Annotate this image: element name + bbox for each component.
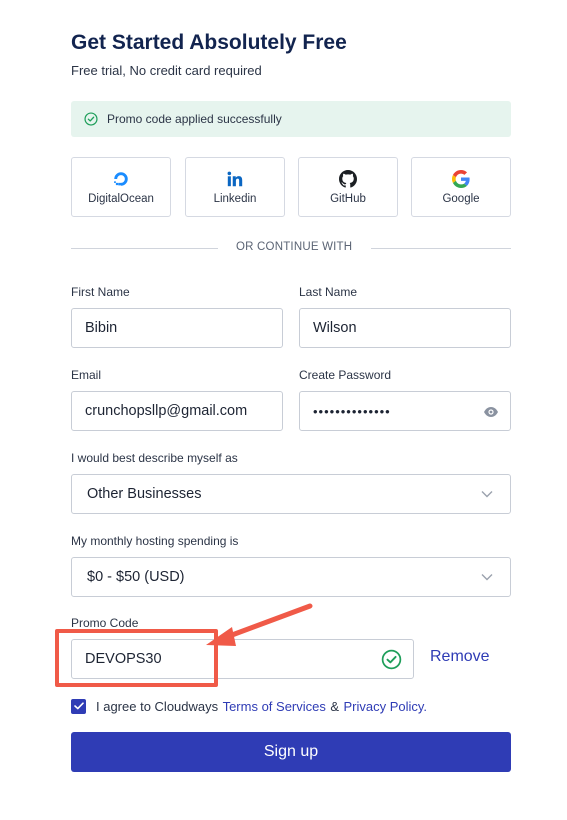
chevron-down-icon <box>481 491 493 498</box>
divider-line-right <box>371 248 511 249</box>
social-label: Linkedin <box>213 192 257 205</box>
page-title: Get Started Absolutely Free <box>71 31 347 54</box>
terms-link[interactable]: Terms of Services <box>223 699 326 714</box>
social-label: Google <box>442 192 480 205</box>
email-field[interactable]: crunchopsllp@gmail.com <box>71 391 283 431</box>
page-subtitle: Free trial, No credit card required <box>71 63 262 78</box>
annotation-highlight-box <box>55 629 218 687</box>
promo-banner-text: Promo code applied successfully <box>107 112 282 126</box>
first-name-label: First Name <box>71 285 130 299</box>
github-icon <box>339 169 357 188</box>
digitalocean-button[interactable]: DigitalOcean <box>71 157 171 217</box>
describe-select[interactable]: Other Businesses <box>71 474 511 514</box>
chevron-down-icon <box>481 574 493 581</box>
social-label: DigitalOcean <box>88 192 154 205</box>
privacy-link[interactable]: Privacy Policy. <box>343 699 427 714</box>
first-name-value: Bibin <box>85 320 118 336</box>
social-label: GitHub <box>330 192 366 205</box>
spending-label: My monthly hosting spending is <box>71 534 239 548</box>
linkedin-icon <box>227 171 243 186</box>
eye-icon[interactable] <box>483 404 499 420</box>
digitalocean-icon <box>114 171 128 186</box>
agree-text: I agree to Cloudways <box>96 698 219 714</box>
linkedin-button[interactable]: Linkedin <box>185 157 285 217</box>
spending-selected-value: $0 - $50 (USD) <box>87 569 185 585</box>
google-icon <box>452 169 470 188</box>
agree-amp: & <box>330 698 340 714</box>
password-field[interactable]: •••••••••••••• <box>299 391 511 431</box>
last-name-label: Last Name <box>299 285 358 299</box>
last-name-field[interactable]: Wilson <box>299 308 511 348</box>
or-divider: OR CONTINUE WITH <box>71 240 511 256</box>
checkmark-icon <box>73 702 84 710</box>
google-button[interactable]: Google <box>411 157 511 217</box>
email-label: Email <box>71 368 102 382</box>
divider-line-left <box>71 248 218 249</box>
agree-checkbox[interactable] <box>71 698 86 714</box>
first-name-field[interactable]: Bibin <box>71 308 283 348</box>
sign-up-button[interactable]: Sign up <box>71 732 511 772</box>
terms-agreement: I agree to Cloudways Terms of Services &… <box>71 697 427 715</box>
check-circle-icon <box>84 112 98 126</box>
describe-selected-value: Other Businesses <box>87 486 202 502</box>
password-value: •••••••••••••• <box>313 403 391 419</box>
spending-select[interactable]: $0 - $50 (USD) <box>71 557 511 597</box>
check-circle-icon <box>381 649 402 670</box>
promo-code-label: Promo Code <box>71 616 139 630</box>
email-value: crunchopsllp@gmail.com <box>85 403 248 419</box>
last-name-value: Wilson <box>313 320 357 336</box>
remove-promo-link[interactable]: Remove <box>430 648 490 666</box>
password-label: Create Password <box>299 368 392 382</box>
divider-text: OR CONTINUE WITH <box>236 241 353 253</box>
describe-label: I would best describe myself as <box>71 451 238 465</box>
promo-success-banner: Promo code applied successfully <box>71 101 511 137</box>
github-button[interactable]: GitHub <box>298 157 398 217</box>
